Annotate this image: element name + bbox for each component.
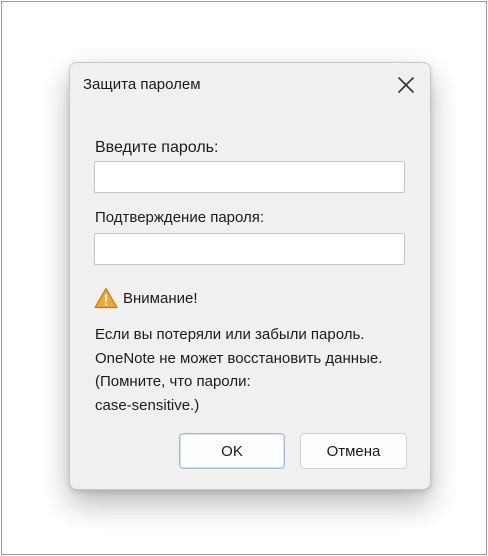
password-input[interactable] [94, 161, 405, 193]
password-protection-dialog: Защита паролем Введите пароль: Подтвержд… [69, 62, 431, 490]
warning-line: case-sensitive.) [95, 396, 200, 414]
password-label: Введите пароль: [95, 139, 219, 156]
ok-button[interactable]: OK [179, 433, 285, 469]
confirm-password-input[interactable] [94, 233, 405, 265]
confirm-password-label: Подтверждение пароля: [95, 209, 265, 226]
dialog-title: Защита паролем [83, 76, 201, 93]
warning-icon [94, 287, 118, 309]
screenshot-frame: Защита паролем Введите пароль: Подтвержд… [1, 1, 487, 555]
warning-line: (Помните, что пароли: [95, 373, 251, 390]
warning-title: Внимание! [123, 289, 198, 307]
close-button[interactable] [394, 73, 418, 97]
warning-message: Если вы потеряли или забыли пароль. OneN… [95, 323, 382, 417]
cancel-button[interactable]: Отмена [300, 433, 407, 469]
warning-line: OneNote не может восстановить данные. [95, 349, 383, 367]
warning-line: Если вы потеряли или забыли пароль. [95, 326, 365, 343]
close-icon [398, 77, 414, 93]
warning-header: Внимание! [94, 287, 198, 309]
